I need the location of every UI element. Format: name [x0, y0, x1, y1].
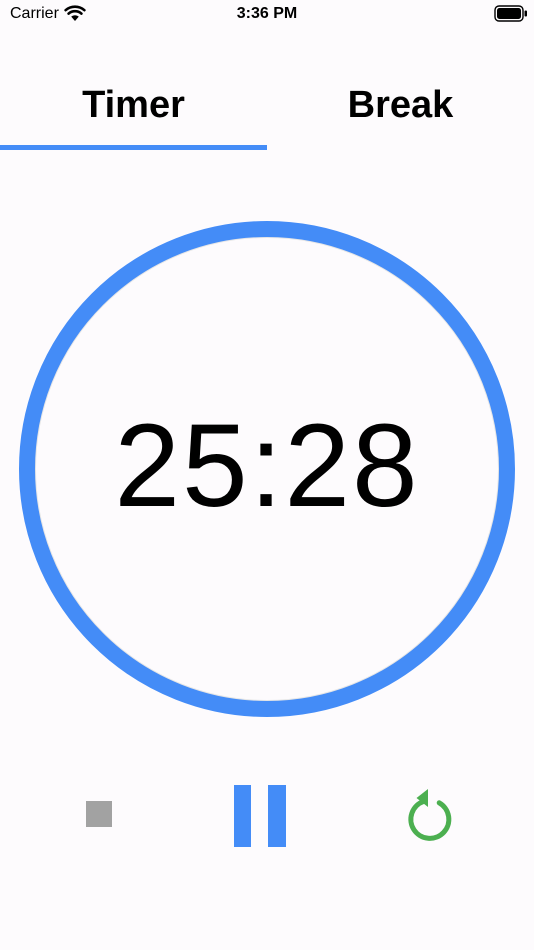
timer-display: 25:28	[114, 400, 420, 532]
status-time: 3:36 PM	[236, 5, 298, 22]
tab-bar: Timer Break	[0, 62, 534, 150]
restart-icon	[408, 789, 452, 841]
pause-icon	[234, 785, 286, 847]
timer-app: Carrier 3:36 PM Timer Break 25:28	[0, 0, 534, 950]
tab-timer[interactable]: Timer	[0, 62, 267, 150]
battery-icon	[494, 5, 527, 22]
tab-selected-indicator	[0, 145, 267, 150]
tab-break[interactable]: Break	[267, 62, 534, 150]
stop-button[interactable]	[76, 791, 122, 837]
pause-button[interactable]	[228, 781, 294, 851]
reset-button[interactable]	[400, 786, 456, 844]
stop-icon	[86, 801, 112, 827]
status-bar: Carrier 3:36 PM	[0, 0, 534, 30]
